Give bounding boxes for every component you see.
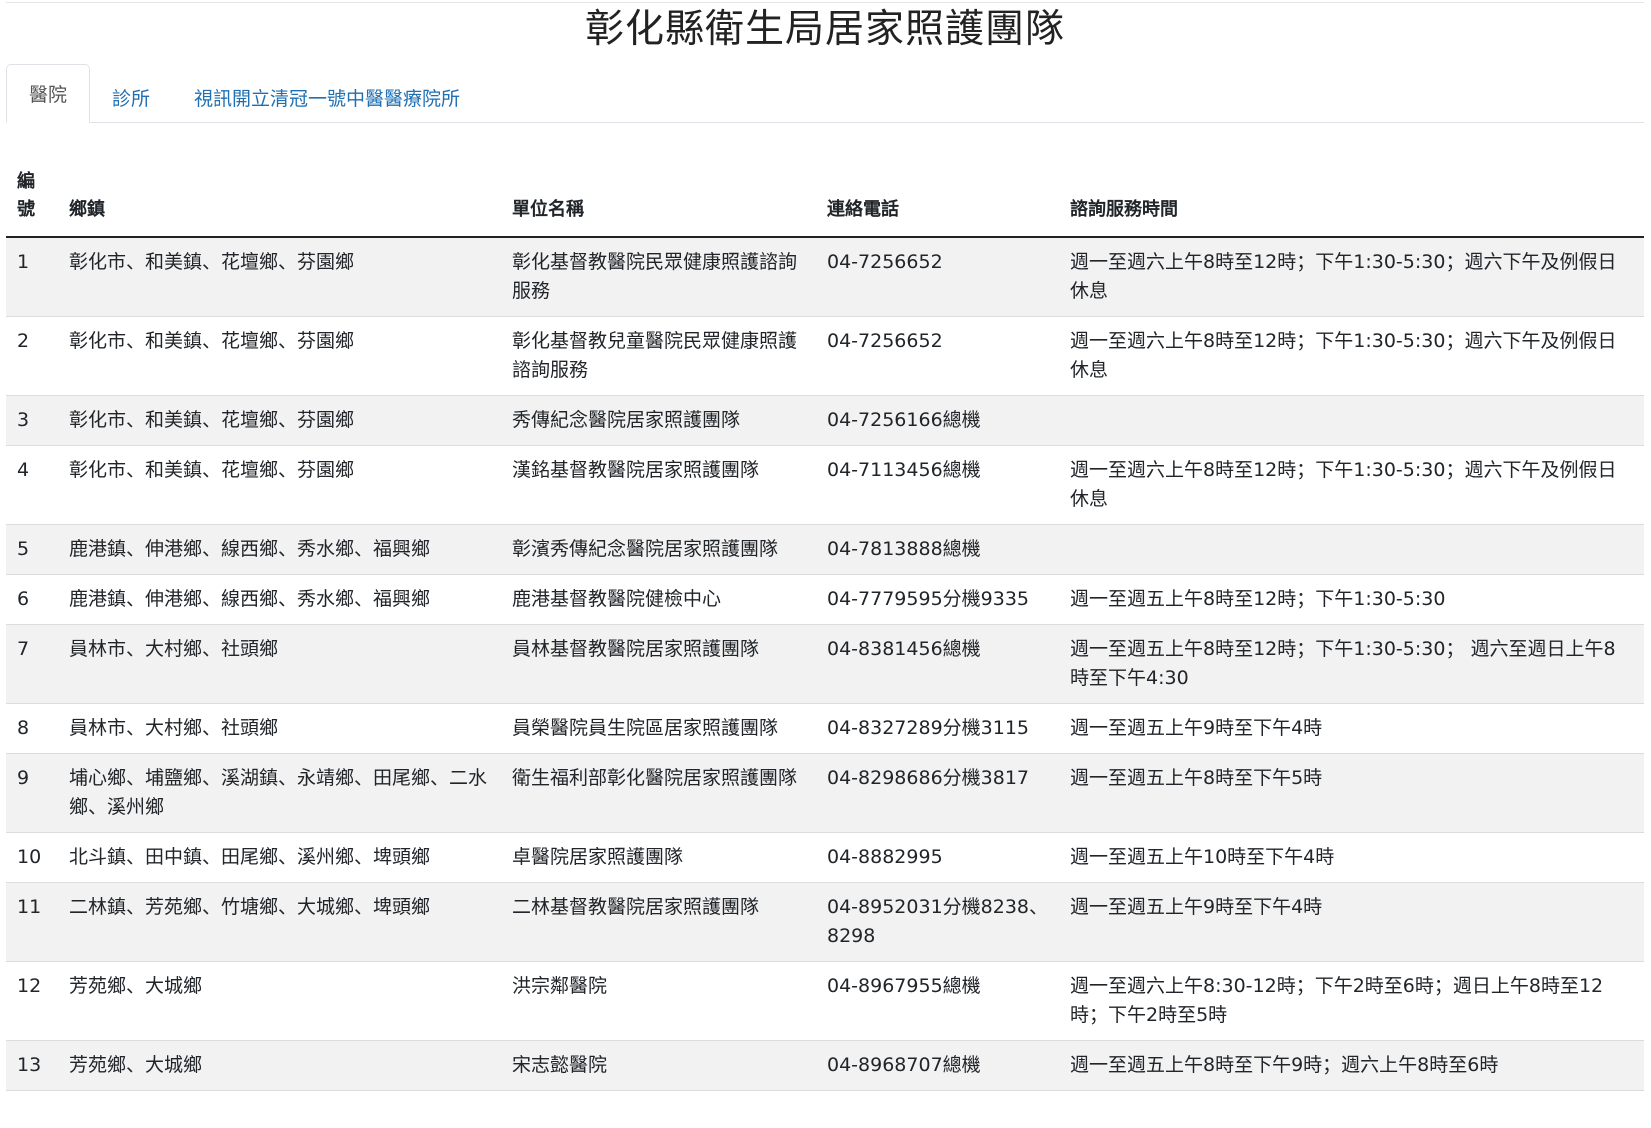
table-row: 6 鹿港鎮、伸港鄉、線西鄉、秀水鄉、福興鄉 鹿港基督教醫院健檢中心 04-777… <box>6 574 1644 625</box>
cell-unit-name: 彰化基督教醫院民眾健康照護諮詢服務 <box>501 237 816 317</box>
cell-number: 12 <box>6 961 58 1041</box>
cell-phone: 04-8952031分機8238、8298 <box>816 882 1059 962</box>
cell-service-hours <box>1059 524 1644 575</box>
cell-towns: 芳苑鄉、大城鄉 <box>58 961 501 1041</box>
cell-unit-name: 洪宗鄰醫院 <box>501 961 816 1041</box>
cell-service-hours: 週一至週五上午8時至下午5時 <box>1059 753 1644 833</box>
cell-unit-name: 宋志懿醫院 <box>501 1040 816 1091</box>
cell-towns: 彰化市、和美鎮、花壇鄉、芬園鄉 <box>58 237 501 317</box>
cell-phone: 04-8968707總機 <box>816 1040 1059 1091</box>
header-service-hours: 諮詢服務時間 <box>1059 159 1644 238</box>
cell-towns: 鹿港鎮、伸港鄉、線西鄉、秀水鄉、福興鄉 <box>58 524 501 575</box>
cell-unit-name: 員榮醫院員生院區居家照護團隊 <box>501 703 816 754</box>
cell-unit-name: 鹿港基督教醫院健檢中心 <box>501 574 816 625</box>
cell-number: 10 <box>6 832 58 883</box>
table-row: 1 彰化市、和美鎮、花壇鄉、芬園鄉 彰化基督教醫院民眾健康照護諮詢服務 04-7… <box>6 237 1644 317</box>
cell-towns: 彰化市、和美鎮、花壇鄉、芬園鄉 <box>58 316 501 396</box>
cell-unit-name: 衛生福利部彰化醫院居家照護團隊 <box>501 753 816 833</box>
cell-unit-name: 員林基督教醫院居家照護團隊 <box>501 624 816 704</box>
cell-service-hours: 週一至週六上午8時至12時；下午1:30-5:30；週六下午及例假日休息 <box>1059 316 1644 396</box>
cell-number: 13 <box>6 1040 58 1091</box>
header-towns: 鄉鎮 <box>58 159 501 238</box>
cell-number: 2 <box>6 316 58 396</box>
tab-bar: 醫院 診所 視訊開立清冠一號中醫醫療院所 <box>6 63 1644 123</box>
cell-service-hours: 週一至週六上午8時至12時；下午1:30-5:30；週六下午及例假日休息 <box>1059 237 1644 317</box>
cell-unit-name: 秀傳紀念醫院居家照護團隊 <box>501 395 816 446</box>
table-row: 8 員林市、大村鄉、社頭鄉 員榮醫院員生院區居家照護團隊 04-8327289分… <box>6 703 1644 754</box>
table-body: 1 彰化市、和美鎮、花壇鄉、芬園鄉 彰化基督教醫院民眾健康照護諮詢服務 04-7… <box>6 237 1644 1091</box>
cell-towns: 埔心鄉、埔鹽鄉、溪湖鎮、永靖鄉、田尾鄉、二水鄉、溪州鄉 <box>58 753 501 833</box>
cell-towns: 芳苑鄉、大城鄉 <box>58 1040 501 1091</box>
cell-unit-name: 彰化基督教兒童醫院民眾健康照護諮詢服務 <box>501 316 816 396</box>
table-row: 5 鹿港鎮、伸港鄉、線西鄉、秀水鄉、福興鄉 彰濱秀傳紀念醫院居家照護團隊 04-… <box>6 524 1644 575</box>
cell-phone: 04-7256652 <box>816 237 1059 317</box>
cell-unit-name: 彰濱秀傳紀念醫院居家照護團隊 <box>501 524 816 575</box>
cell-towns: 員林市、大村鄉、社頭鄉 <box>58 624 501 704</box>
cell-phone: 04-8967955總機 <box>816 961 1059 1041</box>
cell-phone: 04-7256652 <box>816 316 1059 396</box>
page: 彰化縣衛生局居家照護團隊 醫院 診所 視訊開立清冠一號中醫醫療院所 編號 鄉鎮 … <box>0 2 1651 1128</box>
cell-phone: 04-8327289分機3115 <box>816 703 1059 754</box>
table-row: 7 員林市、大村鄉、社頭鄉 員林基督教醫院居家照護團隊 04-8381456總機… <box>6 624 1644 704</box>
cell-phone: 04-7813888總機 <box>816 524 1059 575</box>
cell-towns: 彰化市、和美鎮、花壇鄉、芬園鄉 <box>58 445 501 525</box>
cell-towns: 鹿港鎮、伸港鄉、線西鄉、秀水鄉、福興鄉 <box>58 574 501 625</box>
cell-towns: 二林鎮、芳苑鄉、竹塘鄉、大城鄉、埤頭鄉 <box>58 882 501 962</box>
cell-towns: 彰化市、和美鎮、花壇鄉、芬園鄉 <box>58 395 501 446</box>
cell-number: 4 <box>6 445 58 525</box>
tab-video-tcm-clinics[interactable]: 視訊開立清冠一號中醫醫療院所 <box>172 72 482 122</box>
top-divider <box>6 2 1644 3</box>
cell-towns: 員林市、大村鄉、社頭鄉 <box>58 703 501 754</box>
table-row: 3 彰化市、和美鎮、花壇鄉、芬園鄉 秀傳紀念醫院居家照護團隊 04-725616… <box>6 395 1644 446</box>
care-team-table: 編號 鄉鎮 單位名稱 連絡電話 諮詢服務時間 1 彰化市、和美鎮、花壇鄉、芬園鄉… <box>6 159 1644 1091</box>
cell-number: 9 <box>6 753 58 833</box>
cell-number: 5 <box>6 524 58 575</box>
cell-phone: 04-7113456總機 <box>816 445 1059 525</box>
tab-clinic[interactable]: 診所 <box>90 72 172 122</box>
table-row: 9 埔心鄉、埔鹽鄉、溪湖鎮、永靖鄉、田尾鄉、二水鄉、溪州鄉 衛生福利部彰化醫院居… <box>6 753 1644 833</box>
cell-service-hours: 週一至週六上午8:30-12時；下午2時至6時；週日上午8時至12時；下午2時至… <box>1059 961 1644 1041</box>
cell-number: 7 <box>6 624 58 704</box>
page-title: 彰化縣衛生局居家照護團隊 <box>584 7 1065 52</box>
cell-number: 1 <box>6 237 58 317</box>
table-row: 11 二林鎮、芳苑鄉、竹塘鄉、大城鄉、埤頭鄉 二林基督教醫院居家照護團隊 04-… <box>6 882 1644 962</box>
cell-unit-name: 卓醫院居家照護團隊 <box>501 832 816 883</box>
table-header: 編號 鄉鎮 單位名稱 連絡電話 諮詢服務時間 <box>6 159 1644 238</box>
cell-phone: 04-7779595分機9335 <box>816 574 1059 625</box>
table-row: 2 彰化市、和美鎮、花壇鄉、芬園鄉 彰化基督教兒童醫院民眾健康照護諮詢服務 04… <box>6 316 1644 396</box>
cell-service-hours: 週一至週五上午10時至下午4時 <box>1059 832 1644 883</box>
cell-number: 6 <box>6 574 58 625</box>
cell-service-hours: 週一至週五上午8時至下午9時；週六上午8時至6時 <box>1059 1040 1644 1091</box>
cell-service-hours: 週一至週六上午8時至12時；下午1:30-5:30；週六下午及例假日休息 <box>1059 445 1644 525</box>
cell-unit-name: 漢銘基督教醫院居家照護團隊 <box>501 445 816 525</box>
header-unit-name: 單位名稱 <box>501 159 816 238</box>
cell-service-hours: 週一至週五上午8時至12時；下午1:30-5:30 <box>1059 574 1644 625</box>
header-number: 編號 <box>6 159 58 238</box>
header-phone: 連絡電話 <box>816 159 1059 238</box>
cell-number: 8 <box>6 703 58 754</box>
table-row: 12 芳苑鄉、大城鄉 洪宗鄰醫院 04-8967955總機 週一至週六上午8:3… <box>6 961 1644 1041</box>
cell-service-hours <box>1059 395 1644 446</box>
cell-unit-name: 二林基督教醫院居家照護團隊 <box>501 882 816 962</box>
tab-hospital[interactable]: 醫院 <box>6 64 91 123</box>
cell-phone: 04-8882995 <box>816 832 1059 883</box>
cell-phone: 04-8381456總機 <box>816 624 1059 704</box>
cell-phone: 04-8298686分機3817 <box>816 753 1059 833</box>
table-row: 4 彰化市、和美鎮、花壇鄉、芬園鄉 漢銘基督教醫院居家照護團隊 04-71134… <box>6 445 1644 525</box>
cell-service-hours: 週一至週五上午9時至下午4時 <box>1059 882 1644 962</box>
table-row: 13 芳苑鄉、大城鄉 宋志懿醫院 04-8968707總機 週一至週五上午8時至… <box>6 1040 1644 1091</box>
cell-number: 3 <box>6 395 58 446</box>
cell-service-hours: 週一至週五上午9時至下午4時 <box>1059 703 1644 754</box>
cell-number: 11 <box>6 882 58 962</box>
table-row: 10 北斗鎮、田中鎮、田尾鄉、溪州鄉、埤頭鄉 卓醫院居家照護團隊 04-8882… <box>6 832 1644 883</box>
cell-service-hours: 週一至週五上午8時至12時；下午1:30-5:30； 週六至週日上午8時至下午4… <box>1059 624 1644 704</box>
cell-towns: 北斗鎮、田中鎮、田尾鄉、溪州鄉、埤頭鄉 <box>58 832 501 883</box>
cell-phone: 04-7256166總機 <box>816 395 1059 446</box>
